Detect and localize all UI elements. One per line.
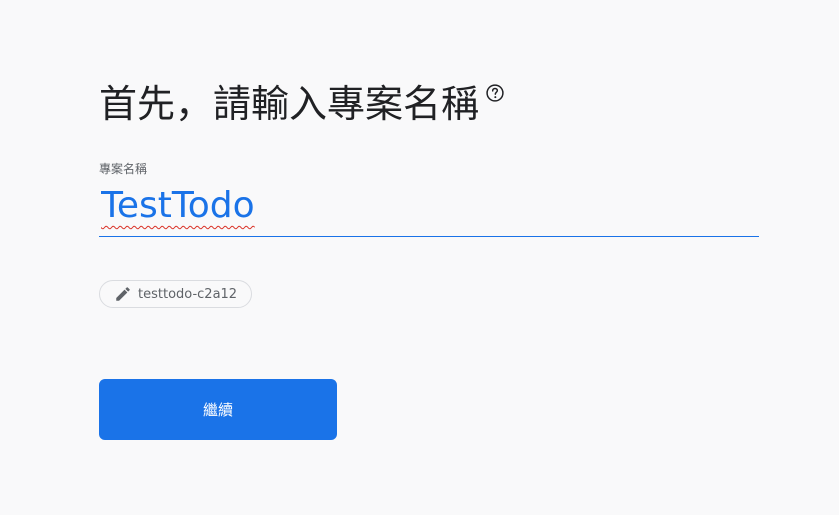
project-id-chip[interactable]: testtodo-c2a12 [99,280,253,308]
project-name-label: 專案名稱 [99,162,148,176]
continue-button[interactable]: 繼續 [99,379,337,440]
heading-row: 首先，請輸入專案名稱 [99,78,505,130]
page-title: 首先，請輸入專案名稱 [99,82,480,126]
project-name-underline [99,236,759,237]
help-circle-icon[interactable] [485,83,505,103]
project-id-text: testtodo-c2a12 [138,286,238,302]
project-name-input[interactable] [99,178,759,234]
pencil-icon [116,287,130,301]
create-project-page: 首先，請輸入專案名稱 專案名稱 testtodo-c2a12 繼續 [0,0,839,515]
project-name-field: 專案名稱 [99,160,759,237]
